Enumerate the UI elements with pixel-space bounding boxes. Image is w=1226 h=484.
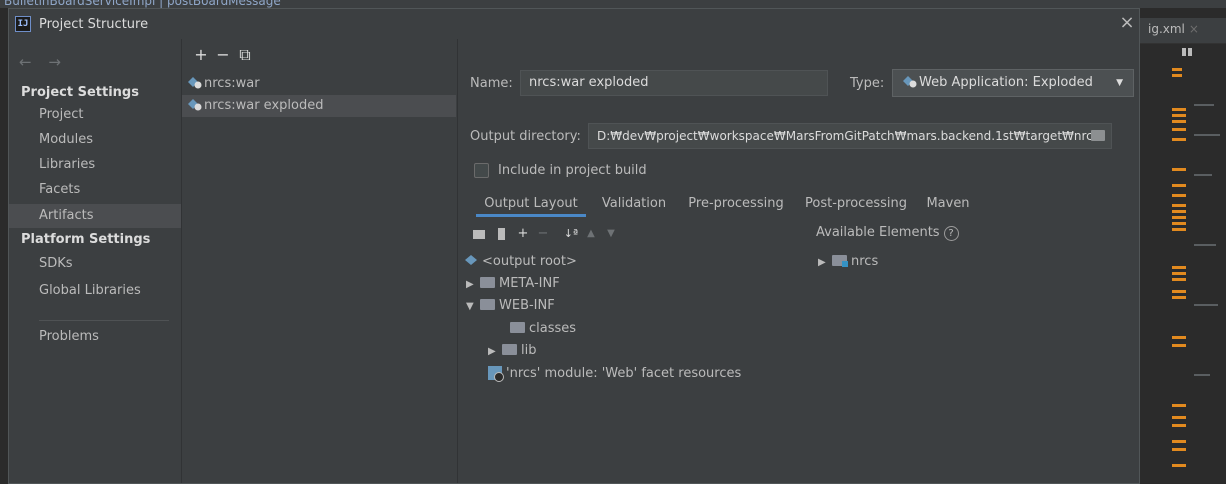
project-structure-dialog: IJ Project Structure × ← → Project Setti… [8, 8, 1140, 484]
background-tab-label: ig.xml [1148, 22, 1185, 36]
chevron-down-icon[interactable]: ▼ [466, 296, 480, 318]
tab-validation[interactable]: Validation [596, 191, 672, 217]
output-directory-value: D:₩dev₩project₩workspace₩MarsFromGitPatc… [597, 129, 1100, 143]
move-up-icon[interactable]: ▲ [582, 225, 600, 243]
settings-nav: ← → Project Settings Project Modules Lib… [9, 39, 181, 483]
type-label: Type: [850, 76, 885, 91]
artifact-list-pane: + − ⧉ nrcs:war nrcs:war exploded [181, 39, 457, 483]
web-artifact-icon [903, 76, 917, 88]
remove-artifact-button[interactable]: − [212, 45, 234, 64]
nav-back-forward-icons[interactable]: ← → [19, 53, 67, 71]
include-in-build-checkbox[interactable] [474, 163, 489, 178]
tree-node-classes[interactable]: classes [510, 318, 576, 340]
artifact-detail-pane: Name: nrcs:war exploded Type: Web Applic… [457, 39, 1139, 483]
folder-icon [480, 277, 495, 288]
intellij-icon: IJ [15, 16, 31, 32]
tree-node-web-inf[interactable]: ▼ WEB-INF [466, 295, 555, 317]
add-copy-of-icon[interactable]: + [514, 225, 532, 243]
background-editor-tab[interactable]: ig.xml × [1148, 22, 1199, 36]
output-root-icon [465, 255, 477, 265]
tree-node-meta-inf[interactable]: ▶ META-INF [466, 273, 560, 295]
artifact-item-war[interactable]: nrcs:war [182, 73, 456, 95]
type-value: Web Application: Exploded [919, 75, 1093, 90]
editor-minimap[interactable] [1170, 44, 1226, 484]
tree-label: WEB-INF [499, 298, 555, 313]
add-artifact-button[interactable]: + [190, 45, 212, 64]
tab-pre-processing[interactable]: Pre-processing [684, 191, 788, 217]
chevron-down-icon: ▼ [1116, 78, 1123, 88]
nav-item-modules[interactable]: Modules [9, 128, 181, 152]
sort-elements-icon[interactable]: ↓ª [562, 225, 580, 243]
tab-maven[interactable]: Maven [922, 191, 974, 217]
background-editor-tabs: BulletinBoardServiceImpl | postBoardMess… [0, 0, 1226, 8]
tree-node-lib[interactable]: ▶ lib [488, 340, 536, 362]
dialog-title: Project Structure [39, 17, 149, 32]
tree-node-facet-resources[interactable]: 'nrcs' module: 'Web' facet resources [488, 363, 741, 385]
folder-browse-icon[interactable] [1091, 130, 1105, 141]
include-in-build-label: Include in project build [498, 163, 647, 178]
move-down-icon[interactable]: ▼ [602, 225, 620, 243]
tree-node-output-root[interactable]: <output root> [464, 251, 577, 273]
type-dropdown[interactable]: Web Application: Exploded ▼ [892, 69, 1134, 97]
nav-item-facets[interactable]: Facets [9, 178, 181, 202]
chevron-right-icon[interactable]: ▶ [488, 341, 502, 363]
tree-label: classes [529, 321, 577, 336]
name-field[interactable]: nrcs:war exploded [520, 70, 828, 96]
web-artifact-icon [188, 99, 202, 111]
nav-divider [39, 320, 169, 321]
tree-label: <output root> [482, 254, 577, 269]
close-button[interactable]: × [1117, 13, 1137, 33]
output-layout-tree: <output root> ▶ META-INF ▼ WEB-INF classes… [458, 249, 1140, 483]
artifact-label: nrcs:war [204, 76, 260, 91]
output-directory-field[interactable]: D:₩dev₩project₩workspace₩MarsFromGitPatc… [588, 123, 1112, 149]
close-icon[interactable]: × [1189, 22, 1199, 36]
new-folder-icon[interactable] [470, 225, 488, 243]
copy-artifact-button[interactable]: ⧉ [234, 45, 256, 65]
web-facet-icon [488, 366, 504, 382]
tree-label: lib [521, 343, 537, 358]
folder-icon [502, 344, 517, 355]
tab-post-processing[interactable]: Post-processing [802, 191, 910, 217]
available-elements-label: Available Elements [816, 225, 940, 240]
nav-item-artifacts[interactable]: Artifacts [9, 204, 181, 228]
folder-icon [480, 299, 495, 310]
nav-item-project[interactable]: Project [9, 103, 181, 127]
chevron-right-icon[interactable]: ▶ [818, 252, 832, 274]
web-artifact-icon [188, 77, 202, 89]
nav-heading-project-settings: Project Settings [21, 85, 139, 100]
nav-item-libraries[interactable]: Libraries [9, 153, 181, 177]
tree-label: nrcs [851, 254, 879, 269]
background-tab-text: BulletinBoardServiceImpl | postBoardMess… [4, 0, 281, 8]
tree-label: META-INF [499, 276, 560, 291]
output-directory-label: Output directory: [470, 129, 581, 144]
help-icon[interactable]: ? [943, 226, 959, 241]
name-label: Name: [470, 76, 513, 91]
module-folder-icon [832, 255, 848, 267]
background-left-strip [0, 8, 8, 484]
tree-label: 'nrcs' module: 'Web' facet resources [506, 366, 742, 381]
nav-item-sdks[interactable]: SDKs [9, 252, 181, 276]
remove-element-icon[interactable]: − [534, 225, 552, 243]
available-elements-header: Available Elements? [816, 225, 959, 241]
dialog-titlebar[interactable]: IJ Project Structure × [9, 9, 1139, 39]
nav-item-problems[interactable]: Problems [9, 325, 181, 349]
artifact-label: nrcs:war exploded [204, 98, 324, 113]
available-node-nrcs[interactable]: ▶ nrcs [818, 251, 878, 273]
artifact-toolbar: + − ⧉ [190, 45, 256, 65]
nav-item-global-libraries[interactable]: Global Libraries [9, 279, 181, 303]
nav-heading-platform-settings: Platform Settings [21, 232, 151, 247]
folder-icon [510, 322, 525, 333]
artifact-item-war-exploded[interactable]: nrcs:war exploded [182, 95, 456, 117]
chevron-right-icon[interactable]: ▶ [466, 274, 480, 296]
archive-icon[interactable] [492, 225, 510, 243]
tab-output-layout[interactable]: Output Layout [476, 191, 586, 217]
